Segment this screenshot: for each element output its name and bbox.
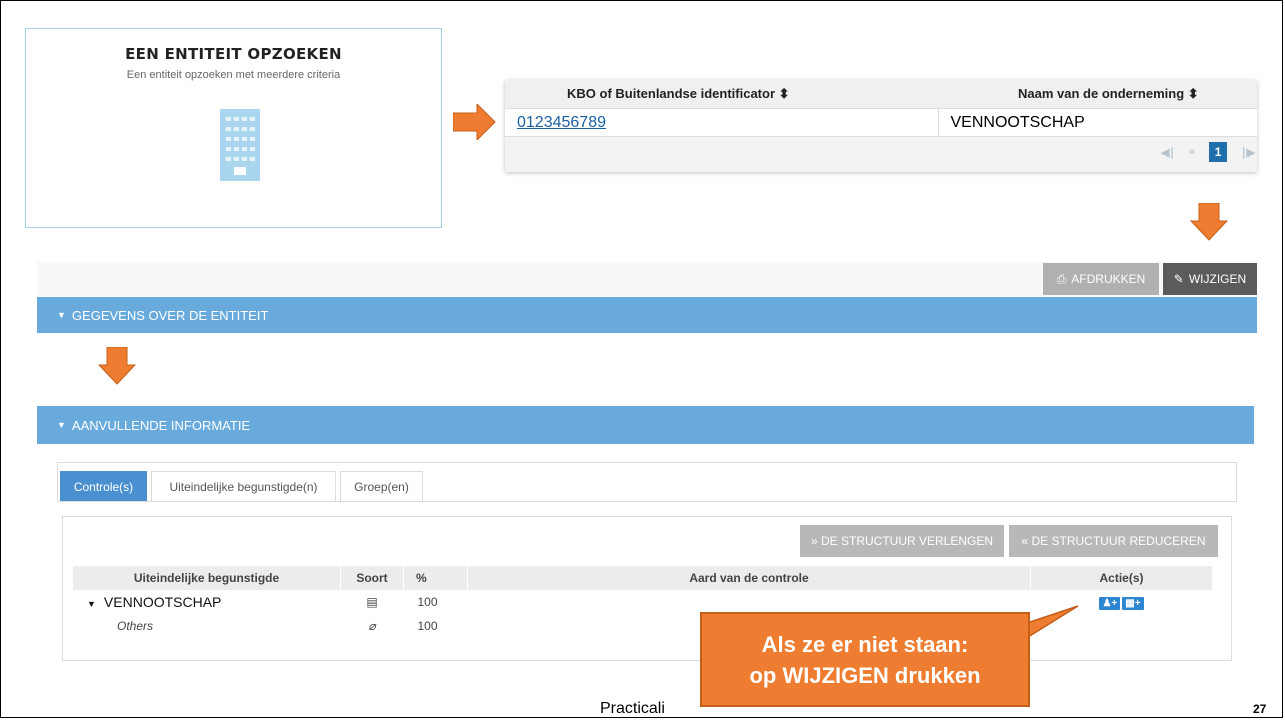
beneficiary-name: Others (117, 619, 154, 633)
page-number: 27 (1253, 702, 1267, 716)
col-type-header: Soort (340, 566, 404, 590)
pencil-icon: ✎ (1173, 272, 1184, 286)
company-type-icon: ▤ (366, 595, 378, 609)
percentage-cell: 100 (417, 619, 438, 633)
section-extra-label: AANVULLENDE INFORMATIE (71, 417, 251, 433)
col-beneficiary-header: Uiteindelijke begunstigde (73, 566, 341, 590)
edit-button-label: WIJZIGEN (1188, 272, 1247, 286)
next-page-icon[interactable]: ∣▶ (1241, 146, 1255, 159)
arrow-down-icon (98, 347, 136, 385)
footer-text: Practicali (600, 700, 665, 717)
caret-down-icon: ▼ (57, 420, 66, 430)
first-page-icon[interactable]: ◀∣ (1161, 146, 1175, 159)
col-actions-header: Actie(s) (1030, 566, 1213, 590)
col-nature-header: Aard van de controle (467, 566, 1031, 590)
entity-name-cell: VENNOOTSCHAP (938, 108, 1257, 137)
entity-id-link[interactable]: 0123456789 (517, 114, 606, 131)
building-icon (220, 109, 260, 181)
beneficiary-name: VENNOOTSCHAP (103, 594, 222, 610)
instruction-callout: Als ze er niet staan: op WIJZIGEN drukke… (700, 612, 1030, 707)
pagination: ◀∣ « 1 ∣▶ (1161, 140, 1257, 164)
print-button-label: AFDRUKKEN (1071, 272, 1146, 286)
tab-groups[interactable]: Groep(en) (340, 471, 423, 501)
add-person-icon[interactable]: ♟+ (1099, 596, 1121, 610)
section-entity-label: GEGEVENS OVER DE ENTITEIT (71, 307, 269, 323)
col-kbo-header[interactable]: KBO of Buitenlandse identificator ⬍ (505, 80, 938, 109)
col-pct-header: % (403, 566, 468, 590)
edit-button[interactable]: ✎ WIJZIGEN (1163, 263, 1257, 295)
reduce-structure-button[interactable]: « DE STRUCTUUR REDUCEREN (1009, 525, 1218, 557)
arrow-down-icon (1190, 203, 1228, 241)
expand-caret-icon[interactable]: ▼ (87, 599, 96, 609)
prev-page-icon[interactable]: « (1189, 146, 1195, 158)
page-1-button[interactable]: 1 (1209, 142, 1228, 162)
print-button[interactable]: ⎙ AFDRUKKEN (1043, 263, 1159, 295)
tab-beneficiaries[interactable]: Uiteindelijke begunstigde(n) (151, 471, 336, 501)
section-entity-data[interactable]: ▼ GEGEVENS OVER DE ENTITEIT (37, 297, 1257, 333)
search-entity-card[interactable]: EEN ENTITEIT OPZOEKEN Een entiteit opzoe… (25, 28, 442, 228)
nature-cell (468, 590, 1031, 614)
extend-structure-button[interactable]: » DE STRUCTUUR VERLENGEN (800, 525, 1004, 557)
printer-icon: ⎙ (1056, 271, 1067, 286)
card-subtitle: Een entiteit opzoeken met meerdere crite… (126, 69, 341, 81)
section-additional-info[interactable]: ▼ AANVULLENDE INFORMATIE (37, 406, 1254, 444)
caret-down-icon: ▼ (57, 310, 66, 320)
callout-line-2: op WIJZIGEN drukken (749, 662, 981, 688)
search-result-table: KBO of Buitenlandse identificator ⬍ Naam… (505, 80, 1257, 172)
card-title: EEN ENTITEIT OPZOEKEN (125, 45, 342, 63)
arrow-right-icon (453, 104, 496, 140)
tab-controls[interactable]: Controle(s) (60, 471, 147, 501)
add-company-icon[interactable]: ▦+ (1122, 596, 1144, 610)
callout-line-1: Als ze er niet staan: (761, 631, 969, 657)
hidden-eye-icon: ⌀ (368, 619, 376, 633)
table-row[interactable]: 0123456789 VENNOOTSCHAP (505, 108, 1257, 137)
col-name-header[interactable]: Naam van de onderneming ⬍ (938, 80, 1257, 109)
percentage-cell: 100 (417, 595, 438, 609)
